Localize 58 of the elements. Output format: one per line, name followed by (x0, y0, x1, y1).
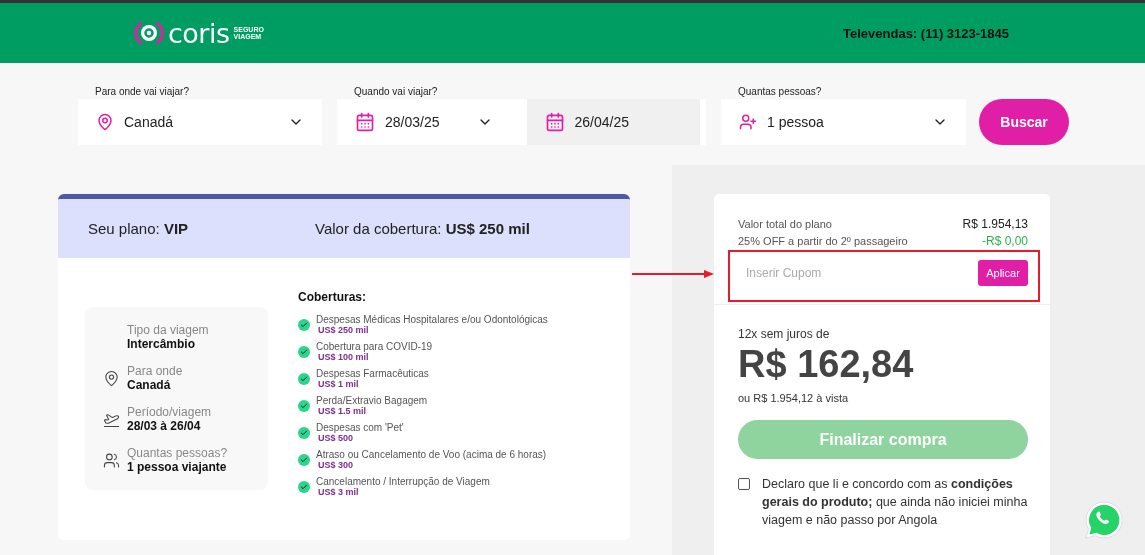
installment-price: R$ 162,84 (738, 343, 915, 386)
cash-price: ou R$ 1.954,12 à vista (738, 392, 850, 404)
logo-icon (134, 20, 164, 46)
coverage-name: Perda/Extravio Bagagem (316, 395, 428, 406)
plan-name: Seu plano: VIP (88, 220, 190, 237)
coverage-name: Cobertura para COVID-19 (316, 341, 433, 352)
info-label: Para onde (127, 364, 183, 378)
people-icon (103, 451, 120, 469)
coverage-value: Valor da cobertura: US$ 250 mil (315, 220, 531, 237)
user-plus-icon (739, 113, 757, 131)
phone-number: Televendas: (11) 3123-1845 (843, 25, 1009, 41)
discount-amount: -R$ 0,00 (981, 233, 1028, 250)
check-icon (298, 453, 310, 466)
terms-text: Declaro que li e concordo com as condições gerais do produto; que ainda não iniciei minha viagem e não passo por Angola (762, 476, 1028, 529)
check-icon (298, 399, 310, 412)
coverage-amount: US$ 250 mil (318, 325, 370, 335)
info-label: Quantas pessoas? (127, 446, 228, 460)
field-label: Quantas pessoas? (737, 86, 823, 97)
total-amount: R$ 1.954,13 (962, 216, 1028, 233)
check-icon (298, 480, 310, 493)
coverages-title: Coberturas: (298, 290, 367, 304)
info-value: 28/03 à 26/04 (127, 419, 202, 433)
coverage-amount: US$ 100 mil (317, 352, 369, 362)
check-icon (298, 345, 310, 358)
calendar-icon (355, 112, 375, 132)
calendar-icon (544, 112, 565, 132)
coverage-name: Despesas Farmacêuticas (316, 368, 429, 379)
people-select[interactable]: 1 pessoa (721, 99, 966, 145)
coverage-amount: US$ 300 (317, 460, 355, 470)
check-icon (298, 372, 310, 385)
installments-label: 12x sem juros de (738, 327, 831, 341)
search-button[interactable]: Buscar (979, 99, 1069, 145)
total-label: Valor total do plano (738, 217, 832, 232)
field-label: Quando vai viajar? (353, 86, 439, 97)
discount-label: 25% OFF a partir do 2º passageiro (738, 234, 908, 249)
coverage-name: Atraso ou Cancelamento de Voo (acima de 6 horas) (316, 449, 547, 460)
logo-text: coris (168, 17, 230, 49)
info-value: Canadá (127, 378, 172, 392)
info-label: Período/viagem (127, 405, 212, 419)
coverage-amount: US$ 1.5 mil (317, 406, 368, 416)
coverage-amount: US$ 1 mil (318, 379, 359, 389)
info-value: Intercâmbio (127, 337, 196, 351)
field-label: Para onde vai viajar? (94, 86, 190, 97)
check-icon (298, 426, 310, 439)
pin-icon (96, 113, 114, 131)
coverage-name: Despesas Médicas Hospitalares e/ou Odontológicas (316, 314, 548, 325)
coverage-name: Despesas com 'Pet' (316, 422, 404, 433)
destination-select[interactable]: Canadá (78, 99, 322, 145)
check-icon (298, 318, 310, 331)
end-date-field[interactable]: 26/04/25 (526, 99, 700, 145)
pin-icon (103, 369, 120, 387)
info-value: 1 pessoa viajante (127, 460, 228, 474)
coverage-amount: US$ 500 (318, 433, 354, 443)
terms-checkbox[interactable] (738, 478, 750, 490)
apply-button[interactable]: Aplicar (978, 260, 1028, 286)
info-label: Tipo da viagem (127, 323, 209, 337)
coverage-name: Cancelamento / Interrupção de Viagem (316, 476, 490, 487)
coverage-amount: US$ 3 mil (317, 487, 360, 497)
